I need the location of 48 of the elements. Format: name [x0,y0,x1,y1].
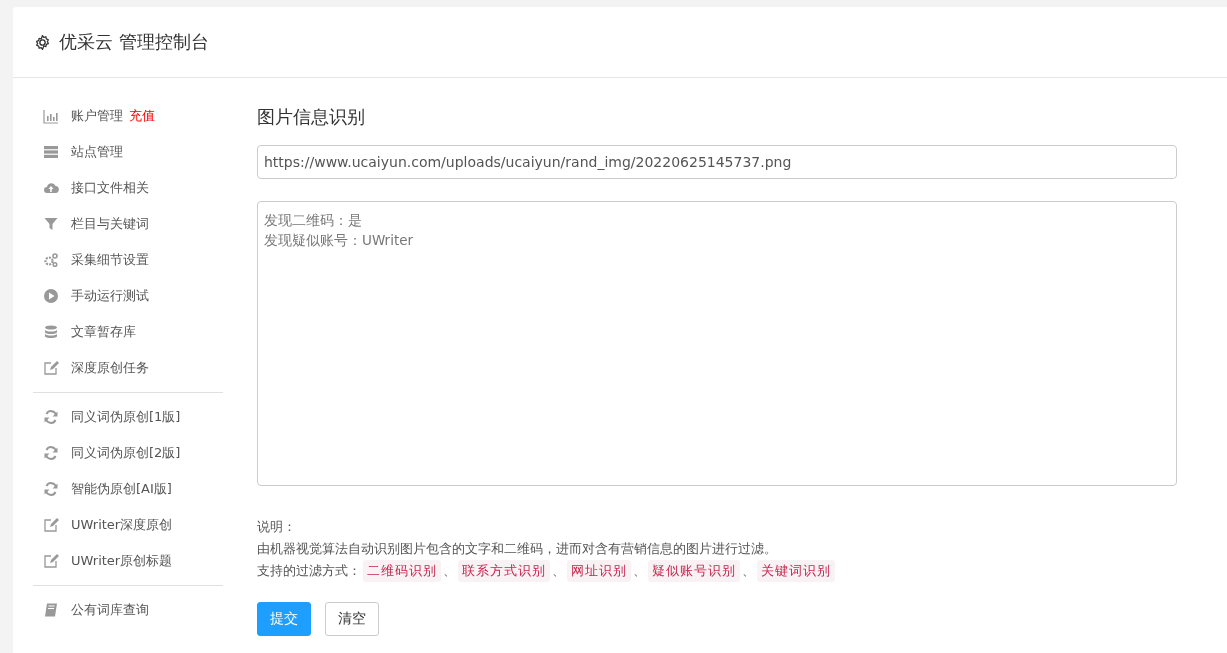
result-line: 发现疑似账号：UWriter [264,231,414,250]
section-title: 图片信息识别 [257,105,366,129]
cloud-upload-icon [43,180,59,196]
sidebar-item[interactable]: 深度原创任务 [71,359,149,377]
refresh-icon [43,481,59,497]
clear-button[interactable]: 清空 [325,602,379,636]
separator: 、 [443,562,456,580]
sidebar-item[interactable]: UWriter深度原创 [71,516,173,534]
sidebar-item[interactable]: 同义词伪原创[1版] [71,408,181,426]
sidebar-item[interactable]: 智能伪原创[AI版] [71,480,172,498]
result-box[interactable]: 发现二维码：是 发现疑似账号：UWriter [257,201,1177,486]
filter-tag: 疑似账号识别 [648,560,740,582]
edit-icon [43,553,59,569]
url-field[interactable]: https://www.ucaiyun.com/uploads/ucaiyun/rand_img/20220625145737.png [257,145,1177,179]
result-line: 发现二维码：是 [264,211,362,230]
filter-tag: 网址识别 [567,560,631,582]
filters-label: 支持的过滤方式： [257,562,361,580]
sidebar-item[interactable]: 账户管理 [71,107,123,125]
filter-icon [43,216,59,232]
sidebar-item[interactable]: 公有词库查询 [71,601,149,619]
edit-icon [43,360,59,376]
filter-tag: 二维码识别 [363,560,441,582]
sidebar-item[interactable]: 站点管理 [71,143,123,161]
notes-heading: 说明： [257,518,297,536]
settings-icon [34,33,51,51]
filter-tag: 关键词识别 [757,560,835,582]
recharge-link[interactable]: 充值 [129,107,155,125]
server-icon [43,144,59,160]
play-icon [43,288,59,304]
notes-description: 由机器视觉算法自动识别图片包含的文字和二维码，进而对含有营销信息的图片进行过滤。 [257,540,778,558]
refresh-icon [43,409,59,425]
filter-tag: 联系方式识别 [458,560,550,582]
page-title: 优采云 管理控制台 [59,30,209,54]
sidebar-item[interactable]: 栏目与关键词 [71,215,149,233]
bar-chart-icon [43,108,59,124]
separator: 、 [633,562,646,580]
sidebar-item[interactable]: 采集细节设置 [71,251,149,269]
sidebar-item[interactable]: UWriter原创标题 [71,552,173,570]
refresh-icon [43,445,59,461]
sidebar-item[interactable]: 文章暂存库 [71,323,136,341]
book-icon [43,602,59,618]
sidebar-item[interactable]: 同义词伪原创[2版] [71,444,181,462]
edit-icon [43,517,59,533]
separator: 、 [742,562,755,580]
database-icon [43,324,59,340]
separator: 、 [552,562,565,580]
sidebar-item[interactable]: 接口文件相关 [71,179,149,197]
sidebar-item[interactable]: 手动运行测试 [71,287,149,305]
